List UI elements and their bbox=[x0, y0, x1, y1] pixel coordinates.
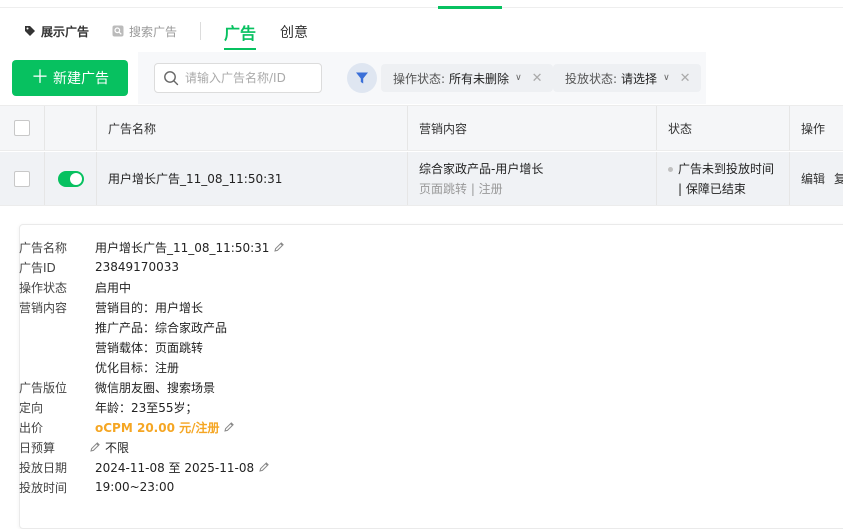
actions-cell: 编辑 复 bbox=[790, 152, 843, 205]
close-icon[interactable]: ✕ bbox=[532, 71, 543, 86]
column-header-actions: 操作 bbox=[801, 121, 826, 136]
detail-label: 操作状态 bbox=[19, 280, 68, 295]
copy-link[interactable]: 复 bbox=[834, 170, 843, 187]
detail-label: 日预算 bbox=[19, 440, 56, 455]
detail-value: 营销目的：用户增长 bbox=[95, 300, 204, 315]
detail-value: oCPM 20.00 元/注册 bbox=[95, 419, 235, 436]
edit-link[interactable]: 编辑 bbox=[801, 170, 825, 187]
detail-value: 19:00~23:00 bbox=[95, 480, 175, 494]
detail-row-target: 优化目标：注册 bbox=[19, 357, 179, 377]
detail-value: 营销载体：页面跳转 bbox=[95, 340, 204, 355]
detail-label: 投放日期 bbox=[19, 460, 68, 475]
pencil-icon[interactable] bbox=[258, 461, 270, 473]
detail-row-opstatus: 操作状态 启用中 bbox=[19, 277, 131, 297]
ad-name-cell[interactable]: 用户增长广告_11_08_11:50:31 bbox=[97, 152, 408, 205]
detail-value: 推广产品：综合家政产品 bbox=[95, 320, 228, 335]
tab-ads[interactable]: 广告 bbox=[224, 20, 256, 44]
chip-value: 请选择 bbox=[621, 71, 658, 86]
detail-value: 优化目标：注册 bbox=[95, 360, 180, 375]
detail-row-date: 投放日期 2024-11-08 至 2025-11-08 bbox=[19, 457, 270, 477]
detail-row-targeting: 定向 年龄：23至55岁； bbox=[19, 397, 198, 417]
chip-value: 所有未删除 bbox=[449, 71, 510, 86]
table-header: 广告名称 营销内容 状态 操作 bbox=[0, 105, 843, 151]
detail-row-budget: 日预算 不限 bbox=[19, 437, 129, 457]
detail-value: 不限 bbox=[89, 439, 129, 456]
subtab-display-label: 展示广告 bbox=[41, 24, 90, 39]
detail-label: 营销内容 bbox=[19, 300, 68, 315]
subtab-search-ads[interactable]: 搜索广告 bbox=[112, 22, 177, 40]
detail-value: 启用中 bbox=[95, 280, 132, 295]
search-ad-icon bbox=[112, 25, 124, 37]
column-header-status[interactable]: 状态 bbox=[657, 106, 790, 150]
header-toggle-cell bbox=[45, 106, 97, 150]
detail-label: 出价 bbox=[19, 420, 44, 435]
filter-icon[interactable] bbox=[347, 63, 377, 93]
detail-value: 微信朋友圈、搜索场景 bbox=[95, 380, 216, 395]
table-row[interactable]: 用户增长广告_11_08_11:50:31 综合家政产品-用户增长 页面跳转 |… bbox=[0, 152, 843, 206]
search-box[interactable] bbox=[154, 63, 322, 93]
pencil-icon[interactable] bbox=[223, 421, 235, 433]
column-header-marketing[interactable]: 营销内容 bbox=[408, 106, 657, 150]
detail-row-carrier: 营销载体：页面跳转 bbox=[19, 337, 203, 357]
ad-name-value: 用户增长广告_11_08_11:50:31 bbox=[95, 240, 270, 255]
detail-row-time: 投放时间 19:00~23:00 bbox=[19, 477, 174, 497]
tab-ads-underline bbox=[224, 48, 256, 50]
bid-value: oCPM 20.00 元/注册 bbox=[95, 420, 220, 435]
funnel-icon bbox=[356, 72, 368, 84]
filter-chip-operation-status[interactable]: 操作状态: 所有未删除 ∨ ✕ bbox=[381, 64, 553, 92]
header-separator bbox=[200, 22, 201, 40]
detail-label: 投放时间 bbox=[19, 480, 68, 495]
row-select-cell bbox=[0, 152, 45, 205]
detail-value: 年龄：23至55岁； bbox=[95, 400, 198, 415]
status-cell: 广告未到投放时间 | 保障已结束 bbox=[657, 152, 790, 205]
detail-value: 23849170033 bbox=[95, 260, 179, 274]
detail-row-marketing: 营销内容 营销目的：用户增长 bbox=[19, 297, 203, 317]
plus-icon: ＋ bbox=[31, 67, 49, 88]
status-line-1: 广告未到投放时间 bbox=[678, 162, 775, 176]
header-select-cell bbox=[0, 106, 45, 150]
tab-creative[interactable]: 创意 bbox=[280, 22, 308, 42]
top-divider bbox=[0, 0, 843, 9]
detail-row-name: 广告名称 用户增长广告_11_08_11:50:31 bbox=[19, 237, 285, 257]
column-header-name[interactable]: 广告名称 bbox=[97, 106, 408, 150]
status-dot bbox=[668, 167, 673, 172]
chip-label: 投放状态: bbox=[565, 71, 618, 86]
chevron-down-icon: ∨ bbox=[663, 73, 670, 83]
detail-label: 广告版位 bbox=[19, 380, 68, 395]
marketing-cell: 综合家政产品-用户增长 页面跳转 | 注册 bbox=[408, 152, 657, 205]
detail-row-product: 推广产品：综合家政产品 bbox=[19, 317, 227, 337]
marketing-title: 综合家政产品-用户增长 bbox=[419, 162, 544, 176]
detail-row-id: 广告ID 23849170033 bbox=[19, 257, 179, 277]
top-accent-bar bbox=[438, 6, 502, 9]
row-checkbox[interactable] bbox=[14, 170, 30, 187]
detail-value: 用户增长广告_11_08_11:50:31 bbox=[95, 239, 285, 256]
close-icon[interactable]: ✕ bbox=[680, 71, 691, 86]
detail-row-bid: 出价 oCPM 20.00 元/注册 bbox=[19, 417, 235, 437]
new-ad-label: 新建广告 bbox=[53, 71, 109, 87]
subtab-display-ads[interactable]: 展示广告 bbox=[24, 22, 89, 40]
row-toggle-cell bbox=[45, 152, 97, 205]
detail-label: 广告ID bbox=[19, 260, 56, 275]
pencil-icon[interactable] bbox=[89, 441, 101, 453]
tag-icon bbox=[25, 26, 35, 36]
detail-value: 2024-11-08 至 2025-11-08 bbox=[95, 459, 270, 476]
detail-row-placement: 广告版位 微信朋友圈、搜索场景 bbox=[19, 377, 215, 397]
new-ad-button[interactable]: ＋ 新建广告 bbox=[12, 60, 128, 96]
detail-label: 定向 bbox=[19, 400, 44, 415]
budget-value: 不限 bbox=[105, 440, 130, 455]
date-value: 2024-11-08 至 2025-11-08 bbox=[95, 460, 255, 475]
select-all-checkbox[interactable] bbox=[14, 120, 30, 136]
search-icon bbox=[164, 71, 179, 86]
detail-label: 广告名称 bbox=[19, 240, 68, 255]
filter-chip-delivery-status[interactable]: 投放状态: 请选择 ∨ ✕ bbox=[553, 64, 701, 92]
ad-enable-toggle[interactable] bbox=[57, 170, 84, 187]
search-input[interactable] bbox=[185, 71, 315, 85]
chevron-down-icon: ∨ bbox=[515, 73, 522, 83]
chip-label: 操作状态: bbox=[393, 71, 446, 86]
marketing-subtitle: 页面跳转 | 注册 bbox=[419, 182, 503, 196]
subtab-search-label: 搜索广告 bbox=[129, 24, 178, 39]
pencil-icon[interactable] bbox=[273, 241, 285, 253]
status-line-2: | 保障已结束 bbox=[678, 182, 746, 196]
